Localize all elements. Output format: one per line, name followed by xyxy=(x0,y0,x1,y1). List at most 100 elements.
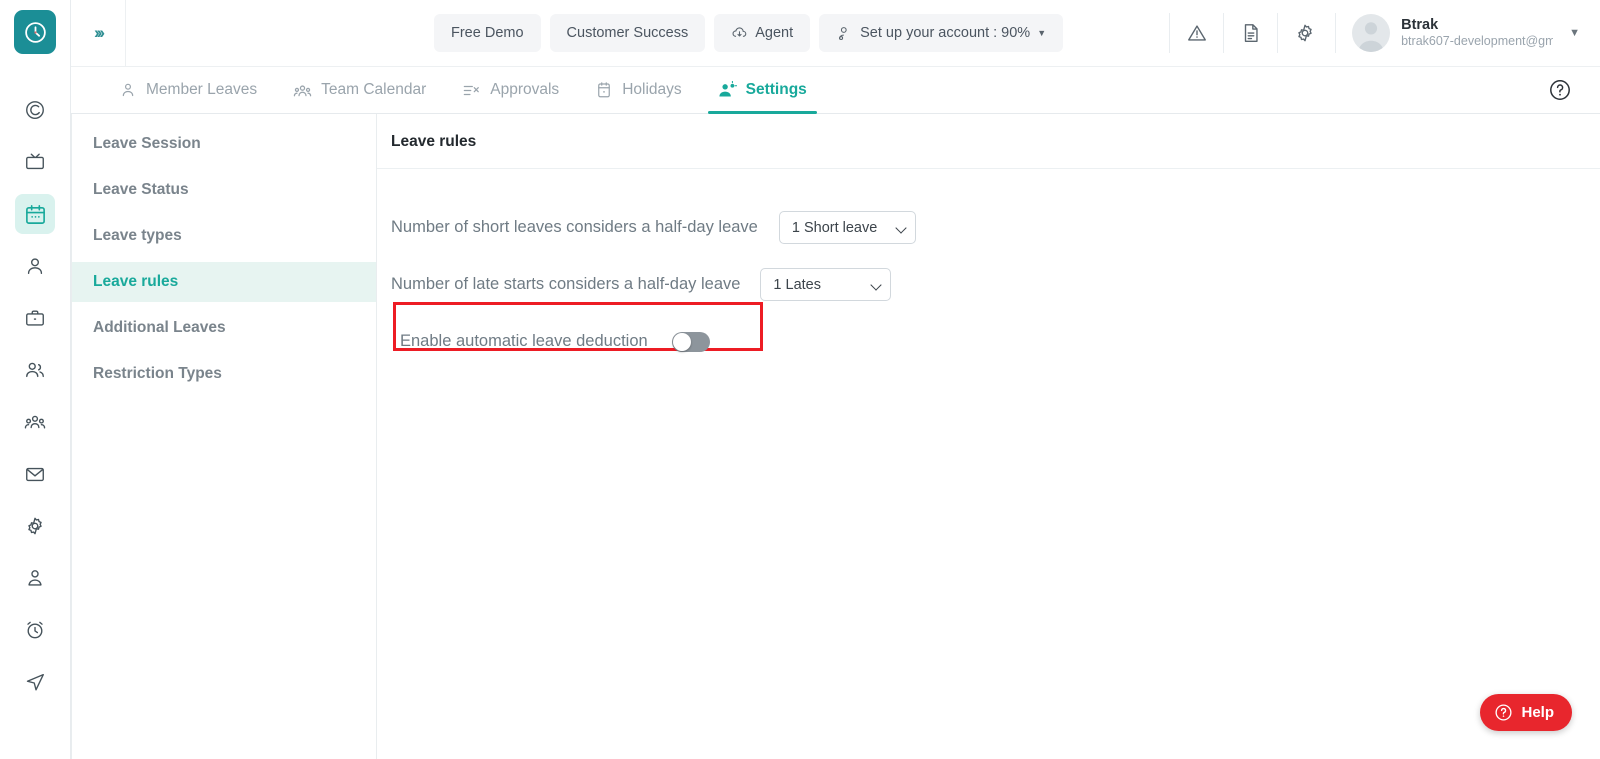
rail-item-dashboard[interactable] xyxy=(15,90,55,130)
leave-rules-card: Leave rules Number of short leaves consi… xyxy=(377,114,1600,759)
help-fab-button[interactable]: Help xyxy=(1480,694,1572,731)
rail-item-send[interactable] xyxy=(15,662,55,702)
sidebar-item-leave-status[interactable]: Leave Status xyxy=(72,170,376,210)
nav-tab-bar: Member Leaves Team Calendar Approvals Ho… xyxy=(71,67,1600,114)
list-check-icon xyxy=(462,81,481,100)
sidebar-item-label: Restriction Types xyxy=(93,365,222,382)
user-menu-chevron-down-icon[interactable]: ▼ xyxy=(1569,27,1580,39)
tab-label: Team Calendar xyxy=(321,81,427,98)
user-menu[interactable]: Btrak btrak607-development@gm... xyxy=(1335,13,1553,53)
sidebar-item-leave-rules[interactable]: Leave rules xyxy=(72,262,376,302)
expand-sidebar-button[interactable]: ››› xyxy=(71,0,126,66)
settings-sidebar: Leave Session Leave Status Leave types L… xyxy=(71,114,377,759)
app-root: ››› Free Demo Customer Success Agent Set… xyxy=(0,0,1600,759)
two-people-icon xyxy=(24,359,46,381)
gear-icon xyxy=(24,515,46,537)
late-starts-label: Number of late starts considers a half-d… xyxy=(391,275,741,293)
topbar-right-group: Btrak btrak607-development@gm... ▼ xyxy=(1169,0,1586,66)
sidebar-item-label: Leave Session xyxy=(93,135,201,152)
sidebar-item-label: Leave rules xyxy=(93,273,179,290)
free-demo-label: Free Demo xyxy=(451,25,524,41)
auto-deduction-toggle[interactable] xyxy=(671,331,710,352)
page-title: Leave rules xyxy=(391,133,477,150)
monitor-icon xyxy=(24,151,46,173)
sidebar-item-leave-types[interactable]: Leave types xyxy=(72,216,376,256)
tab-holidays[interactable]: Holidays xyxy=(577,67,699,113)
customer-success-label: Customer Success xyxy=(566,25,689,41)
user-identity: Btrak btrak607-development@gm... xyxy=(1401,17,1553,50)
calendar-icon xyxy=(24,203,47,226)
document-button[interactable] xyxy=(1223,13,1277,53)
cloud-download-icon xyxy=(731,25,748,42)
tab-team-calendar[interactable]: Team Calendar xyxy=(275,67,444,113)
sidebar-item-restriction-types[interactable]: Restriction Types xyxy=(72,354,376,394)
row-short-leaves: Number of short leaves considers a half-… xyxy=(391,199,1600,256)
rail-item-timer[interactable] xyxy=(15,610,55,650)
avatar-placeholder-icon xyxy=(1358,22,1384,52)
rail-item-list xyxy=(0,90,70,702)
setup-account-label: Set up your account : 90% xyxy=(860,25,1031,41)
agent-label: Agent xyxy=(755,25,794,41)
people-settings-icon xyxy=(718,80,737,100)
sidebar-item-label: Additional Leaves xyxy=(93,319,226,336)
short-leaves-label: Number of short leaves considers a half-… xyxy=(391,218,758,236)
rail-item-settings[interactable] xyxy=(15,506,55,546)
help-fab-label: Help xyxy=(1521,704,1554,721)
warning-button[interactable] xyxy=(1169,13,1223,53)
late-starts-select[interactable]: 1 Lates 2 Lates 3 Lates xyxy=(760,268,892,301)
question-circle-icon xyxy=(1494,703,1513,722)
agent-button[interactable]: Agent xyxy=(714,14,811,52)
rail-item-projects[interactable] xyxy=(15,298,55,338)
rail-item-members[interactable] xyxy=(15,246,55,286)
tab-label: Holidays xyxy=(622,81,682,98)
page-body: Leave Session Leave Status Leave types L… xyxy=(71,114,1600,759)
alarm-clock-icon xyxy=(24,619,46,641)
sidebar-item-additional-leaves[interactable]: Additional Leaves xyxy=(72,308,376,348)
row-auto-deduction: Enable automatic leave deduction xyxy=(391,302,1600,370)
tab-label: Settings xyxy=(745,81,807,98)
main-area: ››› Free Demo Customer Success Agent Set… xyxy=(71,0,1600,759)
tab-approvals[interactable]: Approvals xyxy=(444,67,577,113)
user-email: btrak607-development@gm... xyxy=(1401,34,1554,49)
customer-success-button[interactable]: Customer Success xyxy=(549,14,706,52)
short-leaves-select[interactable]: 1 Short leave 2 Short leaves 3 Short lea… xyxy=(778,211,916,244)
rail-item-account[interactable] xyxy=(15,558,55,598)
tab-label: Approvals xyxy=(490,81,560,98)
setup-account-button[interactable]: Set up your account : 90% ▼ xyxy=(819,14,1064,52)
envelope-icon xyxy=(24,463,46,485)
rail-item-screens[interactable] xyxy=(15,142,55,182)
free-demo-button[interactable]: Free Demo xyxy=(434,14,541,52)
sidebar-item-label: Leave Status xyxy=(93,181,189,198)
send-arrow-icon xyxy=(24,671,46,693)
tab-settings[interactable]: Settings xyxy=(700,67,825,114)
avatar xyxy=(1352,14,1391,52)
rail-item-clients[interactable] xyxy=(15,350,55,390)
settings-button[interactable] xyxy=(1277,13,1331,53)
topbar-actions: Free Demo Customer Success Agent Set up … xyxy=(434,14,1064,52)
user-badge-icon xyxy=(24,567,46,589)
clock-icon xyxy=(23,20,48,45)
late-starts-select-wrap: 1 Lates 2 Lates 3 Lates xyxy=(760,268,892,301)
dashboard-spiral-icon xyxy=(24,99,46,121)
tab-member-leaves[interactable]: Member Leaves xyxy=(101,67,275,113)
left-icon-rail xyxy=(0,0,71,759)
auto-deduction-label: Enable automatic leave deduction xyxy=(400,332,648,350)
app-logo[interactable] xyxy=(14,10,56,54)
short-leaves-select-wrap: 1 Short leave 2 Short leaves 3 Short lea… xyxy=(778,211,916,244)
group-icon xyxy=(293,81,312,100)
document-icon xyxy=(1240,22,1262,44)
sidebar-item-leave-session[interactable]: Leave Session xyxy=(72,124,376,164)
warning-triangle-icon xyxy=(1186,22,1208,44)
settings-content: Leave rules Number of short leaves consi… xyxy=(377,114,1600,759)
gear-icon xyxy=(1294,22,1316,44)
top-bar: ››› Free Demo Customer Success Agent Set… xyxy=(71,0,1600,67)
person-icon xyxy=(24,255,46,277)
rail-item-mail[interactable] xyxy=(15,454,55,494)
rail-item-leaves[interactable] xyxy=(15,194,55,234)
question-circle-icon xyxy=(1548,78,1572,102)
briefcase-icon xyxy=(24,307,46,329)
rail-item-teams[interactable] xyxy=(15,402,55,442)
nav-help-button[interactable] xyxy=(1548,78,1572,102)
user-name: Btrak xyxy=(1401,16,1439,33)
chevron-down-icon: ▼ xyxy=(1037,28,1047,38)
